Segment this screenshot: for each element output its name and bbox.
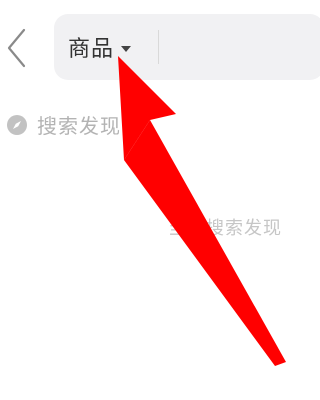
discover-label: 搜索发现 (37, 114, 121, 138)
caret-down-icon (121, 45, 132, 52)
search-divider (158, 30, 159, 64)
discover-section-header: 搜索发现 (6, 110, 121, 139)
search-bar: 商品 (54, 14, 320, 80)
search-input[interactable] (166, 22, 320, 74)
category-selector[interactable]: 商品 (68, 14, 132, 80)
back-button[interactable] (0, 18, 36, 72)
arrow-shaft (124, 120, 286, 366)
compass-icon (7, 114, 27, 135)
category-label: 商品 (68, 37, 115, 62)
empty-state-text: 当前搜索发现 (168, 218, 282, 239)
chevron-left-icon (7, 28, 26, 68)
